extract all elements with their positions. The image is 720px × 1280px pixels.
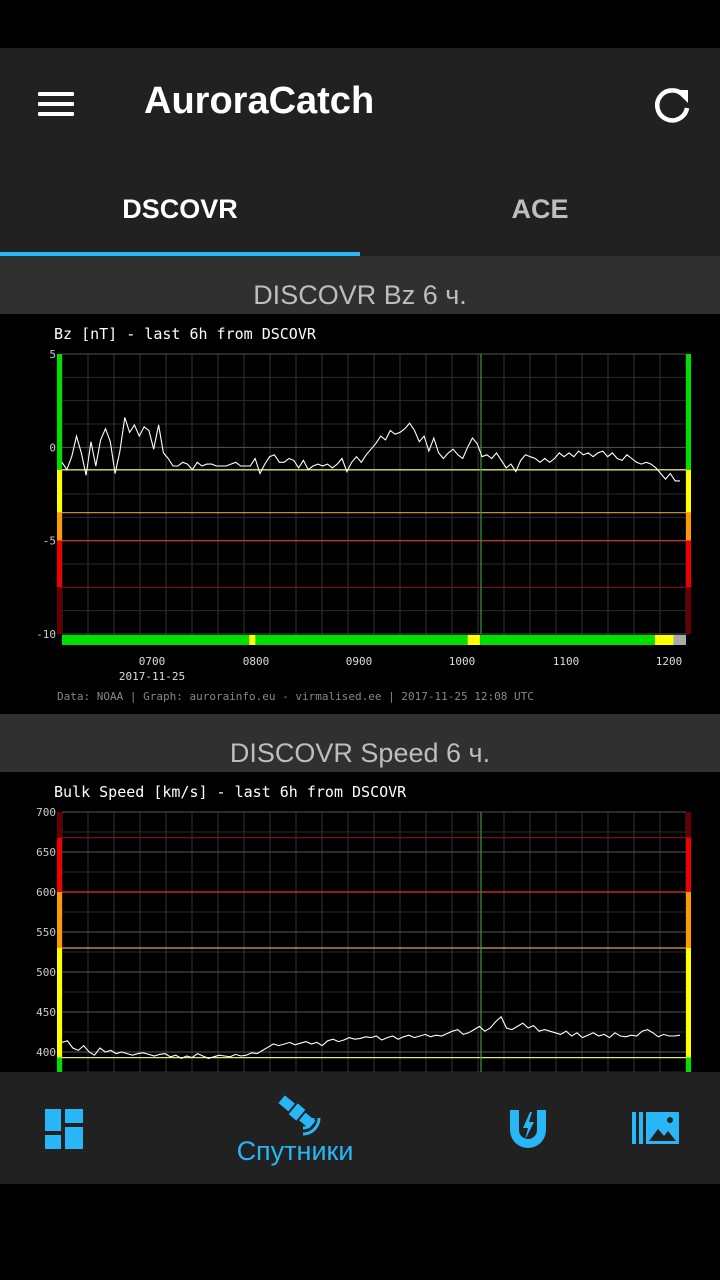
status-bar-segment bbox=[249, 635, 256, 645]
y-tick-label: 650 bbox=[36, 846, 56, 859]
side-band-right bbox=[686, 587, 691, 634]
y-tick-label: 0 bbox=[49, 441, 56, 454]
side-band-left bbox=[57, 948, 62, 1058]
side-band-right bbox=[686, 812, 691, 838]
side-band-right bbox=[686, 892, 691, 948]
dashboard-icon bbox=[45, 1109, 83, 1149]
chart-title: Bz [nT] - last 6h from DSCOVR bbox=[54, 325, 317, 343]
side-band-right bbox=[686, 948, 691, 1058]
side-band-left bbox=[57, 354, 62, 470]
nav-gallery[interactable] bbox=[610, 1072, 720, 1184]
side-band-right bbox=[686, 837, 691, 892]
side-band-right bbox=[686, 540, 691, 588]
y-tick-label: 400 bbox=[36, 1046, 56, 1059]
status-bar-segment bbox=[62, 635, 250, 645]
status-bar bbox=[0, 0, 720, 48]
app-bar: AuroraCatch bbox=[0, 48, 720, 160]
system-nav-area bbox=[0, 1184, 720, 1280]
side-band-right bbox=[686, 1057, 691, 1072]
speed-chart: Bulk Speed [km/s] - last 6h from DSCOVR 7… bbox=[0, 772, 720, 1072]
nav-dashboard[interactable] bbox=[0, 1072, 130, 1184]
nav-satellites[interactable]: Спутники bbox=[205, 1072, 385, 1184]
side-band-right bbox=[686, 469, 691, 513]
status-bar-segment bbox=[480, 635, 655, 645]
tab-ace[interactable]: ACE bbox=[360, 160, 720, 256]
y-tick-label: 500 bbox=[36, 966, 56, 979]
status-bar-segment bbox=[654, 635, 674, 645]
x-tick-label: 0900 bbox=[346, 655, 373, 668]
y-tick-label: 700 bbox=[36, 806, 56, 819]
x-tick-label: 0700 bbox=[139, 655, 166, 668]
side-band-left bbox=[57, 540, 62, 588]
side-band-left bbox=[57, 469, 62, 513]
date-label: 2017-11-25 bbox=[119, 670, 185, 683]
content-scroll[interactable]: DISCOVR Bz 6 ч. Bz [nT] - last 6h from D… bbox=[0, 256, 720, 1072]
status-bar-segment bbox=[255, 635, 468, 645]
side-band-left bbox=[57, 812, 62, 838]
menu-icon bbox=[38, 92, 74, 96]
bz-chart-svg: Bz [nT] - last 6h from DSCOVR 5 0 -5 -10 0700… bbox=[36, 325, 691, 703]
gallery-icon bbox=[632, 1112, 679, 1144]
bz-section-title: DISCOVR Bz 6 ч. bbox=[253, 280, 467, 310]
y-tick-label: 450 bbox=[36, 1006, 56, 1019]
menu-icon-line bbox=[38, 102, 74, 106]
chart-footer: Data: NOAA | Graph: aurorainfo.eu - virm… bbox=[57, 690, 534, 703]
bottom-navigation: Спутники bbox=[0, 1072, 720, 1184]
side-band-left bbox=[57, 512, 62, 541]
tab-bar: DSCOVR ACE bbox=[0, 160, 720, 256]
y-tick-label: 600 bbox=[36, 886, 56, 899]
bz-chart: Bz [nT] - last 6h from DSCOVR 5 0 -5 -10 0700… bbox=[0, 314, 720, 714]
series-line bbox=[61, 417, 680, 482]
side-band-left bbox=[57, 892, 62, 948]
app-title: AuroraCatch bbox=[144, 80, 375, 122]
menu-icon-line bbox=[38, 112, 74, 116]
side-band-left bbox=[57, 587, 62, 634]
refresh-button[interactable] bbox=[646, 80, 698, 132]
x-tick-label: 0800 bbox=[243, 655, 270, 668]
status-bar-segment bbox=[467, 635, 481, 645]
y-tick-label: -10 bbox=[36, 628, 56, 641]
side-band-right bbox=[686, 354, 691, 470]
chart-title: Bulk Speed [km/s] - last 6h from DSCOVR bbox=[54, 783, 407, 801]
refresh-icon bbox=[655, 88, 690, 123]
side-band-left bbox=[57, 1057, 62, 1072]
y-tick-label: 5 bbox=[49, 348, 56, 361]
satellite-icon bbox=[278, 1095, 321, 1136]
magnet-icon bbox=[510, 1110, 546, 1148]
side-band-right bbox=[686, 512, 691, 541]
side-band-left bbox=[57, 837, 62, 892]
menu-button[interactable] bbox=[26, 76, 86, 132]
x-tick-label: 1200 bbox=[656, 655, 683, 668]
y-tick-label: -5 bbox=[43, 535, 56, 548]
y-tick-label: 550 bbox=[36, 926, 56, 939]
x-tick-label: 1000 bbox=[449, 655, 476, 668]
status-bar-segment bbox=[673, 635, 686, 645]
speed-chart-svg: Bulk Speed [km/s] - last 6h from DSCOVR 7… bbox=[36, 783, 691, 1072]
speed-section-title: DISCOVR Speed 6 ч. bbox=[229, 738, 491, 768]
tab-dscovr[interactable]: DSCOVR bbox=[0, 160, 360, 256]
x-tick-label: 1100 bbox=[553, 655, 580, 668]
nav-satellites-label: Спутники bbox=[236, 1136, 354, 1166]
nav-magnet[interactable] bbox=[480, 1072, 580, 1184]
